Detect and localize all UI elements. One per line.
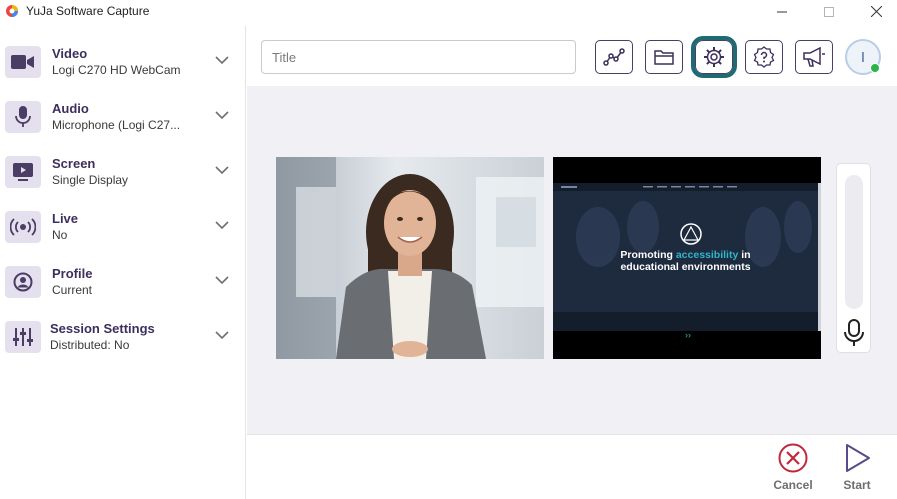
screen-share-preview[interactable]: ›› Promoting accessibility in educationa… bbox=[553, 157, 821, 359]
maximize-icon bbox=[824, 6, 834, 17]
broadcast-icon bbox=[5, 211, 41, 243]
close-window-button[interactable] bbox=[853, 0, 897, 23]
sidebar-item-subtitle: Logi C270 HD WebCam bbox=[52, 63, 181, 77]
chevron-down-icon bbox=[215, 166, 229, 175]
sidebar-item-profile[interactable]: Profile Current bbox=[0, 253, 245, 308]
sidebar-item-screen[interactable]: Screen Single Display bbox=[0, 143, 245, 198]
sidebar-item-title: Audio bbox=[52, 101, 89, 116]
webcam-image bbox=[276, 157, 544, 359]
folder-button[interactable] bbox=[645, 40, 683, 74]
microphone-icon bbox=[5, 101, 41, 133]
sidebar-item-title: Video bbox=[52, 46, 88, 61]
screen-play-icon bbox=[5, 156, 41, 188]
sliders-icon bbox=[5, 321, 41, 353]
microphone-icon bbox=[844, 319, 864, 346]
start-button[interactable]: Start bbox=[832, 442, 882, 497]
online-status-indicator bbox=[870, 63, 880, 73]
profile-icon bbox=[5, 266, 41, 298]
chevron-down-icon bbox=[215, 276, 229, 285]
headline-text-2: in bbox=[738, 249, 751, 261]
svg-text:››: ›› bbox=[685, 330, 691, 340]
help-button[interactable] bbox=[745, 40, 783, 74]
sidebar-item-subtitle: Microphone (Logi C27... bbox=[52, 118, 181, 132]
title-bar: YuJa Software Capture bbox=[0, 0, 897, 23]
screen-headline: Promoting accessibility in educational e… bbox=[553, 249, 818, 273]
sidebar-item-subtitle: Current bbox=[52, 283, 93, 297]
analytics-button[interactable] bbox=[595, 40, 633, 74]
help-icon bbox=[753, 46, 775, 68]
sidebar-item-title: Session Settings bbox=[50, 321, 155, 336]
cancel-button[interactable]: Cancel bbox=[768, 442, 818, 497]
chevron-down-icon bbox=[215, 111, 229, 120]
analytics-icon bbox=[603, 48, 625, 66]
sidebar-item-video[interactable]: Video Logi C270 HD WebCam bbox=[0, 33, 245, 88]
minimize-button[interactable] bbox=[759, 0, 805, 23]
chevron-down-icon bbox=[215, 221, 229, 230]
sidebar-item-session-settings[interactable]: Session Settings Distributed: No bbox=[0, 308, 245, 363]
cancel-icon bbox=[778, 443, 808, 473]
start-label: Start bbox=[843, 478, 871, 492]
folder-icon bbox=[654, 50, 674, 65]
headline-highlight: accessibility bbox=[675, 249, 739, 261]
maximize-button[interactable] bbox=[806, 0, 852, 23]
headline-line-2: educational environments bbox=[620, 261, 751, 273]
title-input[interactable] bbox=[261, 40, 576, 74]
headline-text-1: Promoting bbox=[620, 249, 676, 261]
sidebar-item-audio[interactable]: Audio Microphone (Logi C27... bbox=[0, 88, 245, 143]
settings-button[interactable] bbox=[691, 36, 737, 78]
mic-level-meter bbox=[845, 175, 863, 309]
chevron-down-icon bbox=[215, 56, 229, 65]
announcement-button[interactable] bbox=[795, 40, 833, 74]
sidebar: Video Logi C270 HD WebCam Audio Micropho… bbox=[0, 26, 246, 499]
mic-level-panel bbox=[836, 163, 871, 353]
sidebar-item-subtitle: Distributed: No bbox=[50, 338, 130, 352]
sidebar-item-live[interactable]: Live No bbox=[0, 198, 245, 253]
play-icon bbox=[846, 444, 870, 472]
chevron-down-icon bbox=[215, 331, 229, 340]
cancel-label: Cancel bbox=[773, 478, 813, 492]
video-camera-icon bbox=[5, 46, 41, 78]
announcement-icon bbox=[803, 46, 825, 67]
window-title: YuJa Software Capture bbox=[26, 4, 150, 18]
yuja-logo-icon bbox=[6, 5, 18, 17]
close-icon bbox=[870, 6, 882, 17]
webcam-preview[interactable] bbox=[276, 157, 544, 359]
sidebar-item-title: Profile bbox=[52, 266, 93, 281]
settings-gear-icon bbox=[704, 47, 724, 67]
sidebar-item-subtitle: No bbox=[52, 228, 68, 242]
avatar-initial: I bbox=[860, 48, 866, 66]
sidebar-item-title: Screen bbox=[52, 156, 96, 171]
minimize-icon bbox=[777, 11, 787, 12]
sidebar-item-subtitle: Single Display bbox=[52, 173, 129, 187]
sidebar-item-title: Live bbox=[52, 211, 79, 226]
